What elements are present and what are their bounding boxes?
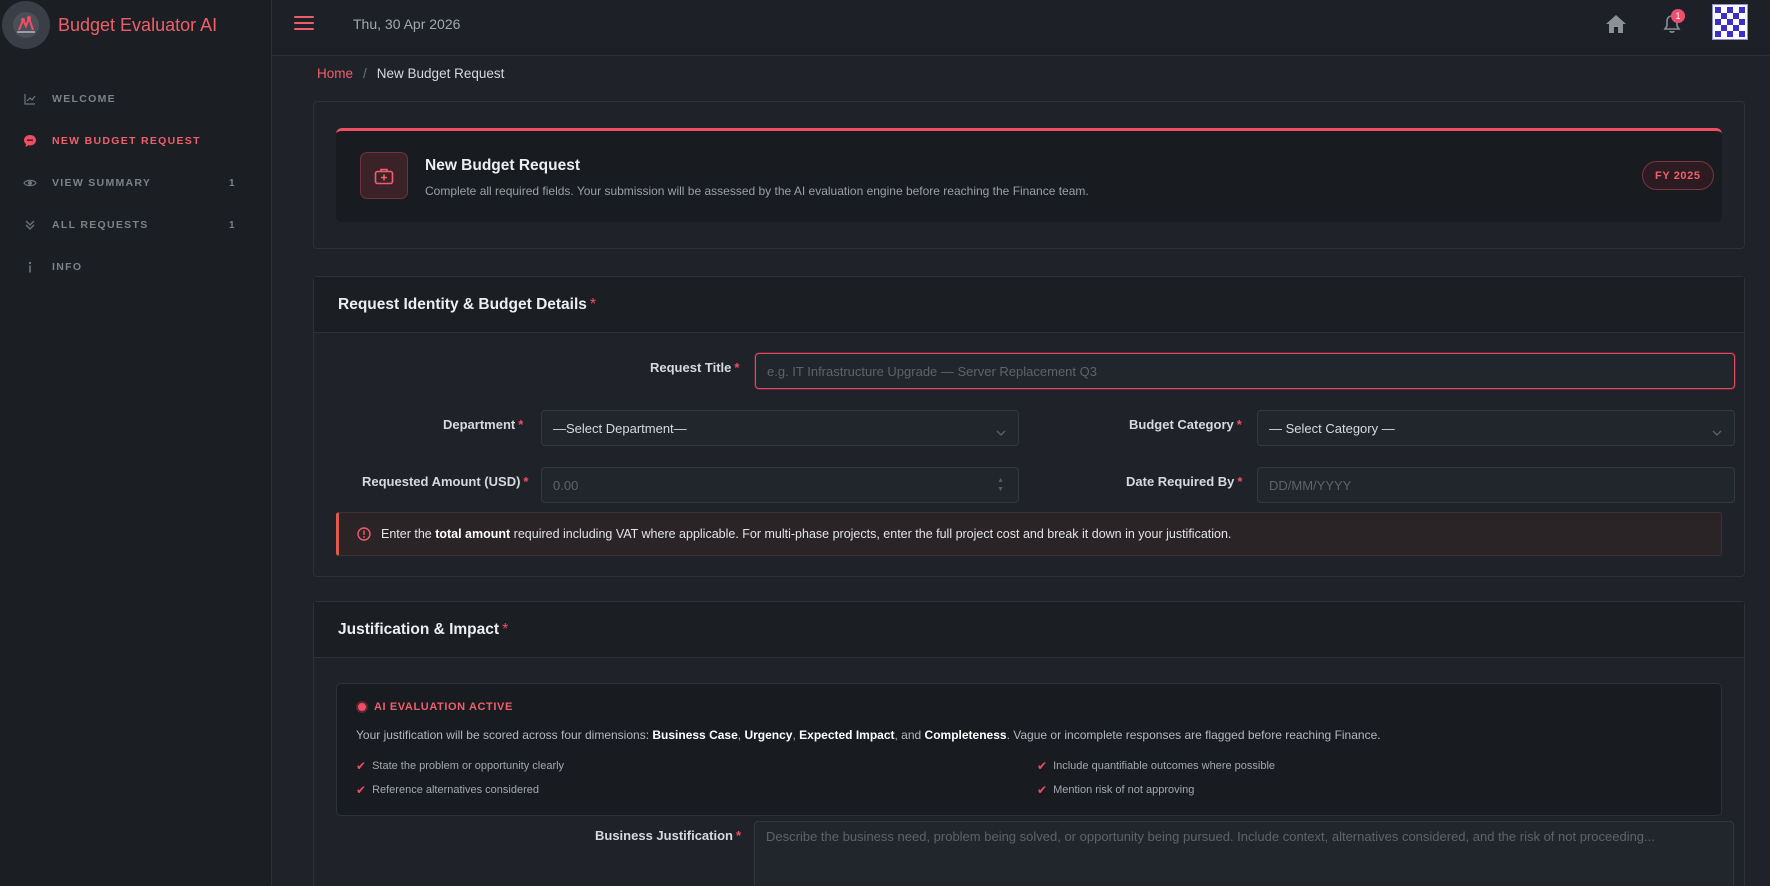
date-required-label: Date Required By * [1126,474,1243,489]
chevron-down-icon [1712,424,1722,439]
breadcrumb-separator: / [363,66,367,81]
home-icon[interactable] [1605,14,1627,34]
required-marker: * [589,295,597,313]
amount-info-alert: Enter the total amount required includin… [336,512,1722,556]
budget-category-label: Budget Category * [1129,417,1242,432]
business-justification-textarea[interactable]: Describe the business need, problem bein… [754,821,1734,886]
department-selected-value: —Select Department— [553,420,687,436]
requested-amount-input[interactable]: 0.00 ▲ ▼ [541,467,1019,503]
page-header-card: New Budget Request Complete all required… [313,101,1745,249]
breadcrumb-home-link[interactable]: Home [317,66,353,81]
sidebar-item-info[interactable]: INFO [0,246,271,288]
page-title: New Budget Request [425,157,581,174]
chevrons-down-icon [23,218,37,232]
sidebar: Budget Evaluator AI WELCOME NEW BUDGET R… [0,0,272,886]
eye-icon [23,176,37,190]
app-name: Budget Evaluator AI [58,14,218,35]
info-icon [23,260,37,274]
tip-item: ✔ Include quantifiable outcomes where po… [1037,759,1276,773]
fiscal-year-badge: FY 2025 [1642,161,1714,190]
alert-text: Enter the total amount required includin… [381,527,1232,541]
sidebar-item-label: WELCOME [52,93,116,105]
ai-description: Your justification will be scored across… [356,728,1381,742]
amount-placeholder: 0.00 [553,477,579,493]
section-header: Request Identity & Budget Details * [314,277,1744,333]
sidebar-nav: WELCOME NEW BUDGET REQUEST VIEW SUMMARY … [0,78,271,288]
sidebar-item-welcome[interactable]: WELCOME [0,78,271,120]
sidebar-item-new-budget-request[interactable]: NEW BUDGET REQUEST [0,120,271,162]
brand[interactable]: Budget Evaluator AI [0,0,271,50]
page-subtitle: Complete all required fields. Your submi… [425,184,1089,198]
app-logo-icon [2,1,50,49]
tip-item: ✔ State the problem or opportunity clear… [356,759,565,773]
sidebar-item-label: NEW BUDGET REQUEST [52,135,201,147]
briefcase-plus-icon [360,152,408,199]
budget-category-select[interactable]: — Select Category — [1257,410,1735,446]
page-hero: New Budget Request Complete all required… [336,128,1722,222]
chart-line-icon [23,92,37,106]
request-title-placeholder: e.g. IT Infrastructure Upgrade — Server … [767,363,1097,379]
number-spinner-icon[interactable]: ▲ ▼ [997,476,1004,494]
request-title-label: Request Title * [650,360,740,375]
request-identity-section: Request Identity & Budget Details * Requ… [313,276,1745,577]
checkmark-icon: ✔ [356,759,367,773]
current-date: Thu, 30 Apr 2026 [353,16,461,32]
sidebar-item-view-summary[interactable]: VIEW SUMMARY 1 [0,162,271,204]
avatar[interactable] [1712,4,1748,40]
section-title: Request Identity & Budget Details [338,295,587,313]
status-dot-icon [356,701,368,713]
tip-item: ✔ Reference alternatives considered [356,783,539,797]
department-select[interactable]: —Select Department— [541,410,1019,446]
breadcrumb: Home / New Budget Request [317,66,504,81]
ai-evaluation-panel: AI EVALUATION ACTIVE Your justification … [336,683,1722,816]
checkmark-icon: ✔ [1037,783,1048,797]
justification-section: Justification & Impact * AI EVALUATION A… [313,601,1745,886]
sidebar-item-label: ALL REQUESTS [52,219,149,231]
sidebar-item-label: INFO [52,261,83,273]
department-label: Department * [443,417,524,432]
request-title-input[interactable]: e.g. IT Infrastructure Upgrade — Server … [755,353,1735,389]
date-required-input[interactable]: DD/MM/YYYY [1257,467,1735,503]
sidebar-item-count: 1 [229,219,235,231]
business-justification-label: Business Justification * [595,828,742,843]
tip-item: ✔ Mention risk of not approving [1037,783,1195,797]
chevron-down-icon [996,424,1006,439]
ai-status-label: AI EVALUATION ACTIVE [374,701,513,713]
date-placeholder: DD/MM/YYYY [1269,477,1352,493]
sidebar-item-label: VIEW SUMMARY [52,177,152,189]
breadcrumb-current: New Budget Request [376,66,505,81]
sidebar-item-all-requests[interactable]: ALL REQUESTS 1 [0,204,271,246]
notification-badge: 1 [1671,9,1685,23]
menu-toggle-icon[interactable] [294,16,314,32]
ai-status: AI EVALUATION ACTIVE [356,701,513,713]
section-header: Justification & Impact * [314,602,1744,658]
textarea-placeholder: Describe the business need, problem bein… [766,829,1655,844]
topbar: Thu, 30 Apr 2026 1 [272,0,1770,56]
requested-amount-label: Requested Amount (USD) * [362,474,529,489]
chat-bubble-icon [23,134,37,148]
sidebar-item-count: 1 [229,177,235,189]
checkmark-icon: ✔ [356,783,367,797]
required-marker: * [502,620,509,638]
category-selected-value: — Select Category — [1269,420,1395,436]
alert-circle-icon [357,527,371,541]
checkmark-icon: ✔ [1037,759,1048,773]
section-title: Justification & Impact [338,620,500,638]
